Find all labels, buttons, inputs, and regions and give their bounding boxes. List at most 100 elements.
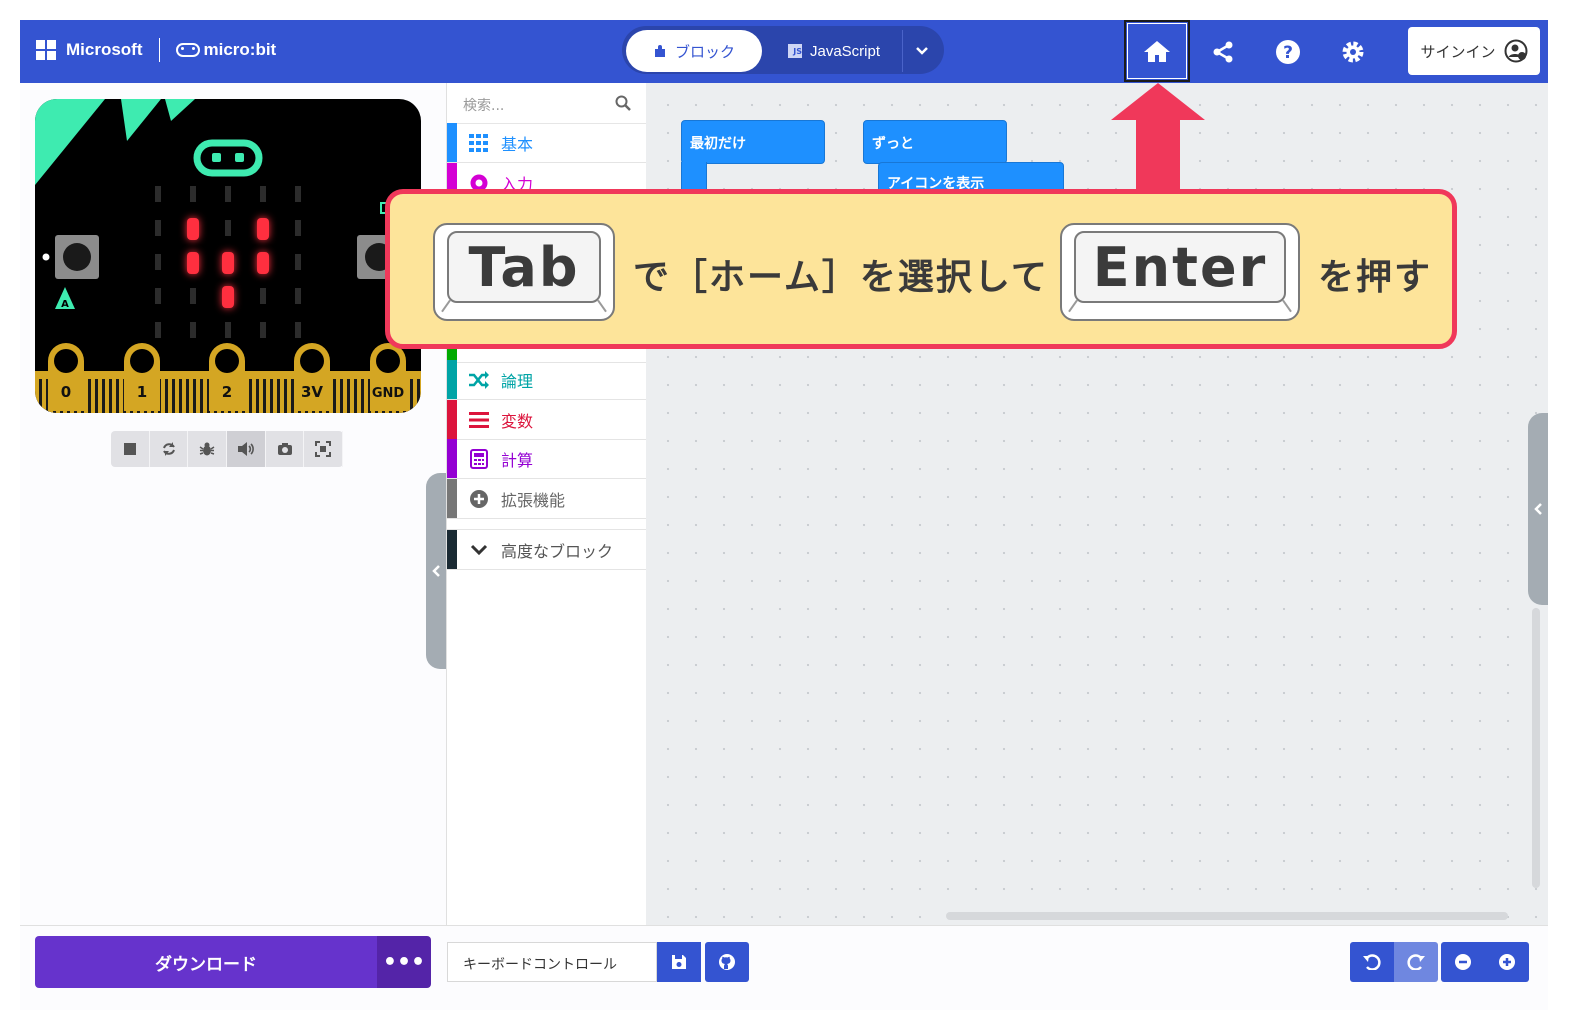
led-off: [295, 220, 301, 236]
zoom-in-icon: [1499, 954, 1515, 970]
connector-tick: [39, 379, 42, 413]
grid-icon: [469, 133, 488, 152]
led-off: [155, 254, 161, 270]
led-off: [225, 322, 231, 338]
gear-icon: [1342, 41, 1364, 62]
pin-gnd[interactable]: GND: [370, 343, 406, 411]
board-graphic: A 0 1 2 3V GND: [35, 99, 421, 413]
download-more-button[interactable]: •••: [377, 936, 431, 988]
redo-button[interactable]: [1394, 942, 1438, 982]
screenshot-button[interactable]: [266, 431, 305, 467]
connector-tick: [361, 379, 364, 413]
svg-text:?: ?: [1283, 43, 1293, 63]
connector-tick: [249, 379, 252, 413]
category-color-bar: [447, 400, 457, 439]
simulator-collapse-button[interactable]: [426, 473, 446, 669]
connector-tick: [277, 379, 280, 413]
pin-hole: [376, 349, 400, 373]
signin-button[interactable]: サインイン: [1408, 27, 1540, 75]
brand[interactable]: Microsoft micro:bit: [36, 38, 276, 62]
microsoft-logo-icon: [36, 40, 56, 60]
restart-icon: [162, 442, 175, 456]
zoom-in-button[interactable]: [1485, 942, 1529, 982]
fullscreen-icon: [315, 441, 332, 457]
puzzle-icon: [654, 45, 665, 57]
undo-icon: [1363, 954, 1381, 970]
share-button[interactable]: [1190, 20, 1256, 83]
zoom-out-button[interactable]: [1441, 942, 1485, 982]
pointer-arrow-icon: [1111, 83, 1205, 195]
toolbox-category-logic[interactable]: 論理: [447, 360, 646, 400]
pin-label: 2: [222, 383, 232, 401]
led-off: [225, 220, 231, 236]
toolbox-category-extensions[interactable]: 拡張機能: [447, 479, 646, 519]
toolbox-category-math[interactable]: 計算: [447, 439, 646, 479]
led-off: [295, 254, 301, 270]
block-on-start[interactable]: 最初だけ: [681, 120, 825, 164]
stop-button[interactable]: [111, 431, 150, 467]
category-color-bar: [447, 530, 457, 569]
led-off: [155, 288, 161, 304]
fullscreen-button[interactable]: [304, 431, 344, 467]
download-button[interactable]: ダウンロード: [35, 936, 377, 988]
connector-tick: [102, 379, 105, 413]
camera-icon: [277, 443, 292, 455]
stop-icon: [123, 443, 136, 455]
download-label: ダウンロード: [155, 954, 257, 975]
toolbox-category-advanced[interactable]: 高度なブロック: [447, 529, 646, 570]
pin-hole: [130, 349, 154, 373]
block-forever[interactable]: ずっと: [863, 120, 1007, 164]
pin-1[interactable]: 1: [124, 343, 160, 411]
workspace-collapse-button[interactable]: [1528, 413, 1548, 605]
led-on: [257, 252, 269, 274]
toolbox-category-basic[interactable]: 基本: [447, 123, 646, 163]
connector-tick: [354, 379, 357, 413]
category-color-bar: [447, 479, 457, 518]
tab-blocks[interactable]: ブロック: [626, 30, 762, 72]
user-icon: [1504, 39, 1527, 63]
tab-javascript[interactable]: JS JavaScript: [772, 30, 896, 72]
project-name-input[interactable]: キーボードコントロール: [447, 942, 657, 982]
enter-key-label: Enter: [1074, 231, 1286, 303]
pin-hole: [215, 349, 239, 373]
makecode-app: Microsoft micro:bit ブロック JS JavaScript ?…: [20, 20, 1548, 1010]
home-icon: [1144, 41, 1170, 62]
connector-tick: [179, 379, 182, 413]
editor-dropdown[interactable]: [902, 30, 941, 72]
help-button[interactable]: ?: [1255, 20, 1321, 83]
restart-button[interactable]: [150, 431, 189, 467]
chevron-down-icon: [916, 47, 928, 55]
category-label: 変数: [501, 411, 534, 431]
simulator-panel: A 0 1 2 3V GND: [20, 83, 446, 925]
workspace-scrollbar-vertical[interactable]: [1532, 608, 1540, 888]
pin-0[interactable]: 0: [48, 343, 84, 411]
led-on: [187, 218, 199, 240]
debug-button[interactable]: [188, 431, 228, 467]
workspace-scrollbar-horizontal[interactable]: [946, 912, 1508, 920]
save-button[interactable]: [657, 942, 701, 982]
microbit-board[interactable]: A 0 1 2 3V GND: [35, 99, 421, 413]
toolbox-search[interactable]: 検索...: [447, 83, 647, 124]
block-on-start-label: 最初だけ: [690, 136, 746, 152]
connector-tick: [284, 379, 287, 413]
connector-tick: [109, 379, 112, 413]
pin-3v[interactable]: 3V: [294, 343, 330, 411]
home-button[interactable]: [1124, 20, 1190, 82]
search-input[interactable]: 検索...: [463, 95, 504, 115]
settings-button[interactable]: [1320, 20, 1386, 83]
category-label: 論理: [501, 371, 534, 391]
tab-key: Tab: [433, 223, 615, 321]
undo-button[interactable]: [1350, 942, 1394, 982]
github-button[interactable]: [705, 942, 749, 982]
bug-icon: [199, 442, 215, 456]
pin-2[interactable]: 2: [209, 343, 245, 411]
led-off: [190, 288, 196, 304]
led-off: [190, 322, 196, 338]
toolbox-category-variables[interactable]: 変数: [447, 400, 646, 440]
category-label: 拡張機能: [501, 490, 566, 510]
chevron-left-icon: [1534, 503, 1542, 515]
volume-icon: [237, 442, 254, 456]
connector-tick: [116, 379, 119, 413]
mute-button[interactable]: [227, 431, 266, 467]
category-label: 基本: [501, 134, 534, 154]
